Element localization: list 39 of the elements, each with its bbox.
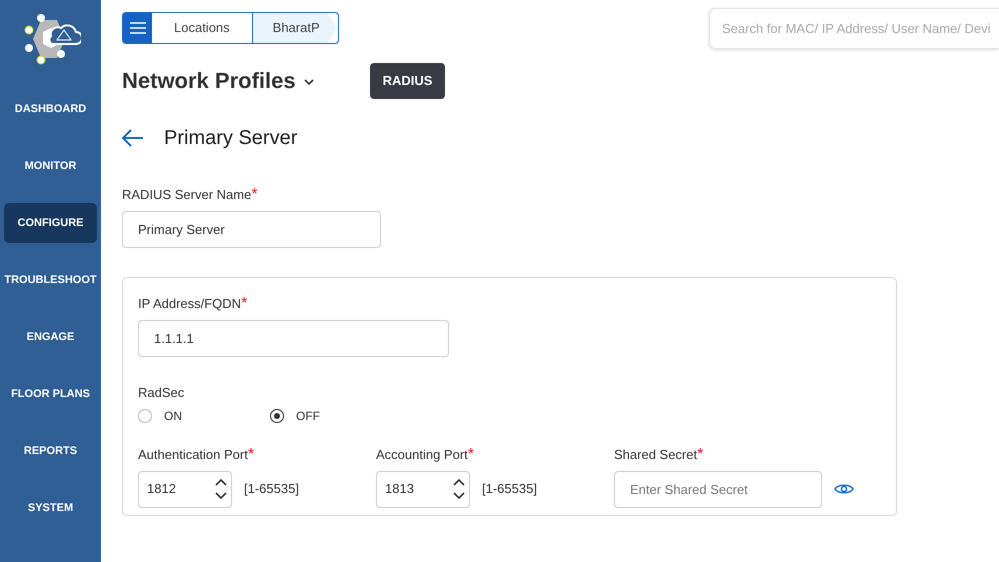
ip-address-input[interactable]: 1.1.1.1 [138,320,449,356]
eye-icon[interactable] [834,483,854,495]
section-title: Primary Server [164,126,298,150]
nav-item[interactable]: ENGAGE [4,317,97,357]
radio-button[interactable] [138,408,152,422]
nav-item[interactable]: CONFIGURE [4,203,97,243]
shared-secret-input[interactable]: Enter Shared Secret [614,470,822,508]
radio-label: OFF [296,408,320,424]
port-range: [1-65535] [244,480,299,498]
radius-badge: RADIUS [370,63,446,98]
field-label: RADIUS Server Name* [122,186,258,202]
field-label: RadSec [138,384,184,400]
menu-icon [130,22,146,34]
radio-button[interactable] [270,408,284,422]
radio-label: ON [164,408,182,424]
field-label: IP Address/FQDN* [138,296,248,310]
port-range: [1-65535] [482,480,537,498]
nav-item[interactable]: FLOOR PLANS [4,374,97,414]
field-label: Authentication Port* [138,444,256,464]
spinner-arrows-icon[interactable] [215,478,227,500]
nav-item[interactable]: REPORTS [4,431,97,471]
port-spinner[interactable]: 1812 [138,470,232,508]
chevron-down-icon[interactable] [304,79,314,86]
nav-item[interactable]: TROUBLESHOOT [4,260,97,300]
nav-item[interactable]: DASHBOARD [4,89,97,129]
page-title: Network Profiles [122,67,296,96]
breadcrumb-link[interactable]: BharatP [252,13,338,43]
search-field[interactable]: Search for MAC/ IP Address/ User Name/ Devi [709,8,999,49]
nav-item[interactable]: MONITOR [4,146,97,186]
menu-button[interactable] [123,13,152,43]
nav-item[interactable]: SYSTEM [4,488,97,528]
spinner-value: 1812 [147,480,177,498]
spinner-arrows-icon[interactable] [453,478,465,500]
spinner-value: 1813 [385,480,415,498]
back-arrow-icon[interactable] [122,128,144,146]
port-spinner[interactable]: 1813 [376,470,470,508]
server-name-input[interactable]: Primary Server [122,210,381,248]
field-label: Accounting Port* [376,444,476,464]
field-label: Shared Secret* [614,444,704,464]
